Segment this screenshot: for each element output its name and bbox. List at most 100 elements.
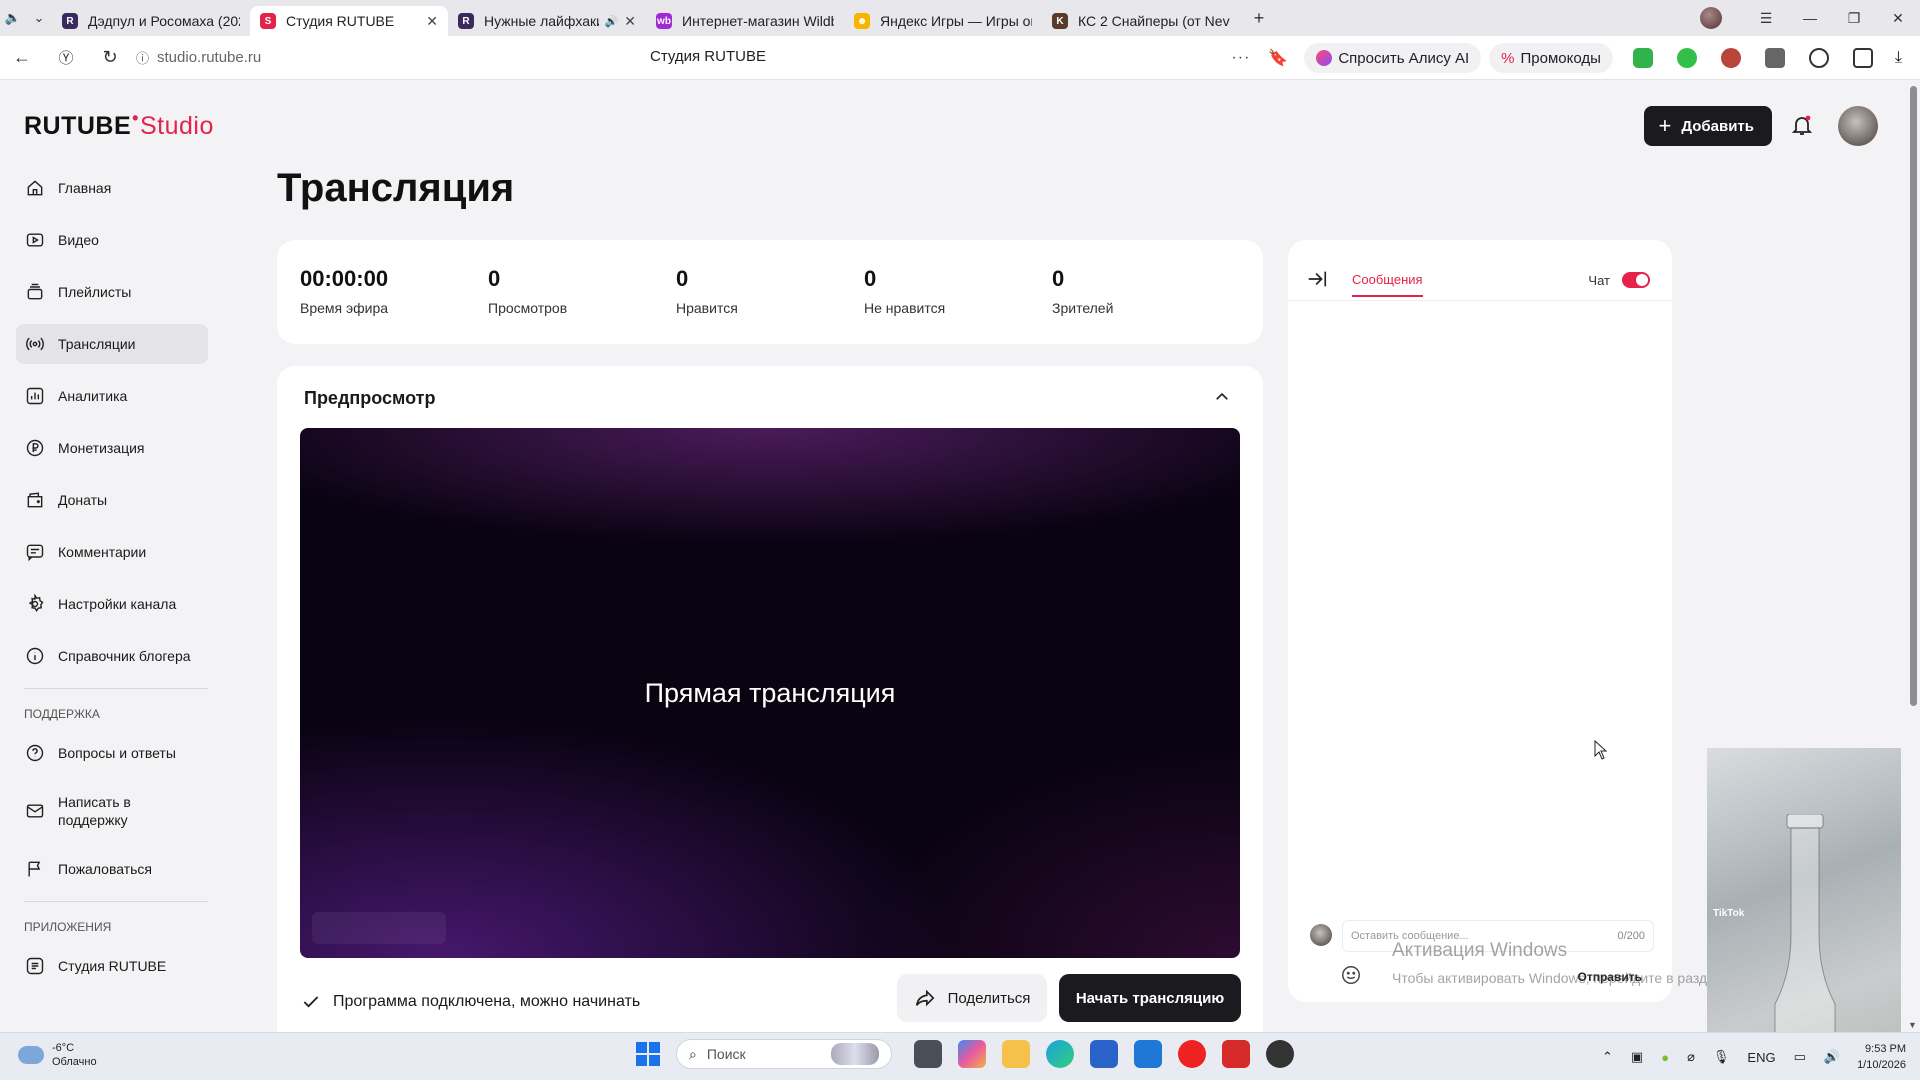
store-icon[interactable] <box>1090 1040 1118 1068</box>
weather-temperature: -6°C <box>52 1042 75 1054</box>
sidebar-item[interactable]: Справочник блогера <box>16 636 208 676</box>
user-avatar[interactable] <box>1838 106 1878 146</box>
sidebar-item[interactable]: Комментарии <box>16 532 208 572</box>
check-extension-icon[interactable] <box>1676 48 1697 68</box>
sidebar-item[interactable]: Написать в поддержку <box>16 785 208 837</box>
sidebar-item[interactable]: Донаты <box>16 480 208 520</box>
sidebar-item[interactable]: Видео <box>16 220 208 260</box>
sidebar-item[interactable]: Главная <box>16 168 208 208</box>
volume-icon[interactable]: 🔊 <box>1824 1049 1840 1065</box>
tab-close-icon[interactable]: ✕ <box>624 13 636 30</box>
reload-icon[interactable]: ↻ <box>88 47 132 68</box>
yandex-browser-icon[interactable] <box>1178 1040 1206 1068</box>
connection-status-text: Программа подключена, можно начинать <box>333 993 641 1010</box>
emoji-icon[interactable] <box>1340 964 1362 986</box>
browser-tab[interactable]: ☻ Яндекс Игры — Игры онл <box>844 6 1042 36</box>
chevron-up-icon[interactable] <box>1213 388 1233 408</box>
downloads-icon[interactable]: ⤓ <box>1895 49 1902 67</box>
file-explorer-icon[interactable] <box>1002 1040 1030 1068</box>
browser-tab[interactable]: S Студия RUTUBE ✕ <box>250 6 448 36</box>
browser-profile-avatar[interactable] <box>1700 7 1722 29</box>
close-window-button[interactable]: ✕ <box>1876 10 1920 27</box>
app-icon[interactable] <box>1266 1040 1294 1068</box>
browser-tab[interactable]: wb Интернет-магазин Wildb <box>646 6 844 36</box>
stat-item: 0 Просмотров <box>488 266 567 316</box>
video-preview[interactable]: Прямая трансляция <box>300 428 1240 958</box>
extension-icon[interactable] <box>1720 48 1741 68</box>
start-button[interactable] <box>636 1042 660 1066</box>
url-field[interactable]: ⓘ studio.rutube.ru <box>136 48 636 67</box>
rutube-studio-logo[interactable]: RUTUBE • Studio <box>24 108 214 141</box>
stat-item: 0 Зрителей <box>1052 266 1113 316</box>
share-button[interactable]: Поделиться <box>897 974 1047 1022</box>
tab-close-icon[interactable]: ✕ <box>426 13 438 30</box>
task-view-icon[interactable] <box>914 1040 942 1068</box>
tab-list-chevron-icon[interactable]: ⌄ <box>26 0 52 36</box>
browser-tab[interactable]: R Дэдпул и Росомаха (2024 <box>52 6 250 36</box>
collapse-panel-icon[interactable] <box>1306 268 1328 290</box>
minimize-button[interactable]: — <box>1788 10 1832 26</box>
protect-shield-icon[interactable] <box>1632 48 1653 68</box>
ask-alice-button[interactable]: Спросить Алису AI <box>1304 43 1482 73</box>
restore-button[interactable]: ❐ <box>1832 10 1876 27</box>
picture-in-picture-video[interactable]: TikTok <box>1707 748 1901 1080</box>
sidebar-divider <box>24 901 208 902</box>
notifications-bell-icon[interactable] <box>1790 113 1816 139</box>
network-off-icon[interactable]: ⌀ <box>1687 1049 1695 1065</box>
promo-codes-button[interactable]: % Промокоды <box>1489 43 1613 73</box>
microphone-icon[interactable]: 🎙 <box>1713 1049 1730 1065</box>
tab-messages[interactable]: Сообщения <box>1352 272 1423 297</box>
new-tab-button[interactable]: + <box>1244 3 1274 33</box>
chat-toggle[interactable] <box>1622 272 1650 288</box>
outlook-icon[interactable] <box>1134 1040 1162 1068</box>
sidebar-item[interactable]: Студия RUTUBE <box>16 946 208 986</box>
tray-app-icon[interactable]: ● <box>1661 1050 1669 1065</box>
home-icon <box>24 177 46 199</box>
sidebar: Главная Видео Плейлисты Трансляции Аналитика… <box>16 168 208 998</box>
browser-menu-icon[interactable]: ☰ <box>1744 10 1788 27</box>
yandex-icon[interactable]: Ⓨ <box>44 47 88 68</box>
back-icon[interactable]: ← <box>0 47 44 68</box>
extension-icon[interactable] <box>1764 48 1785 68</box>
site-info-icon[interactable]: ⓘ <box>136 48 149 67</box>
page-scrollbar[interactable]: ▼ <box>1906 80 1920 1032</box>
sidebar-item[interactable]: Аналитика <box>16 376 208 416</box>
tab-audio-icon[interactable]: 🔊 <box>605 15 619 28</box>
sidebar-item[interactable]: Плейлисты <box>16 272 208 312</box>
sidebar-item[interactable]: Монетизация <box>16 428 208 468</box>
language-indicator[interactable]: ENG <box>1747 1050 1775 1065</box>
edge-icon[interactable] <box>1046 1040 1074 1068</box>
window-controls: ☰ — ❐ ✕ <box>1700 0 1920 36</box>
scrollbar-thumb[interactable] <box>1910 86 1917 706</box>
system-clock[interactable]: 9:53 PM 1/10/2026 <box>1857 1041 1906 1073</box>
tray-app-icon[interactable]: ▣ <box>1631 1049 1643 1065</box>
more-icon[interactable]: ··· <box>1231 49 1250 67</box>
scroll-down-icon[interactable]: ▼ <box>1908 1020 1917 1030</box>
wps-icon[interactable] <box>1222 1040 1250 1068</box>
sidebar-item[interactable]: Пожаловаться <box>16 849 208 889</box>
weather-widget[interactable]: -6°C Облачно <box>18 1041 97 1069</box>
browser-tab[interactable]: K КС 2 Снайперы (от Never <box>1042 6 1240 36</box>
m365-icon[interactable] <box>958 1040 986 1068</box>
sidebar-item[interactable]: Вопросы и ответы <box>16 733 208 773</box>
tab-favicon-icon: R <box>458 13 474 29</box>
tab-audio-icon[interactable]: 🔈 <box>0 0 26 36</box>
start-broadcast-button[interactable]: Начать трансляцию <box>1059 974 1241 1022</box>
sidebar-item[interactable]: Трансляции <box>16 324 208 364</box>
address-page-title: Студия RUTUBE <box>650 48 766 65</box>
stat-item: 00:00:00 Время эфира <box>300 266 388 316</box>
collections-icon[interactable] <box>1852 48 1873 68</box>
question-icon <box>24 742 46 764</box>
plus-icon: + <box>1658 113 1672 138</box>
browser-tab[interactable]: R Нужные лайфхаки – 🔊 ✕ <box>448 6 646 36</box>
taskbar-search[interactable]: ⌕ Поиск <box>676 1039 892 1069</box>
tab-title: Дэдпул и Росомаха (2024 <box>88 13 240 29</box>
video-extension-icon[interactable] <box>1808 48 1829 68</box>
display-icon[interactable]: ▭ <box>1794 1049 1806 1065</box>
tray-chevron-icon[interactable]: ⌃ <box>1602 1049 1613 1065</box>
logo-dot: • <box>132 108 139 128</box>
bookmark-icon[interactable]: 🔖 <box>1268 48 1288 68</box>
sidebar-item[interactable]: Настройки канала <box>16 584 208 624</box>
add-button[interactable]: + Добавить <box>1644 106 1772 146</box>
stat-item: 0 Не нравится <box>864 266 945 316</box>
